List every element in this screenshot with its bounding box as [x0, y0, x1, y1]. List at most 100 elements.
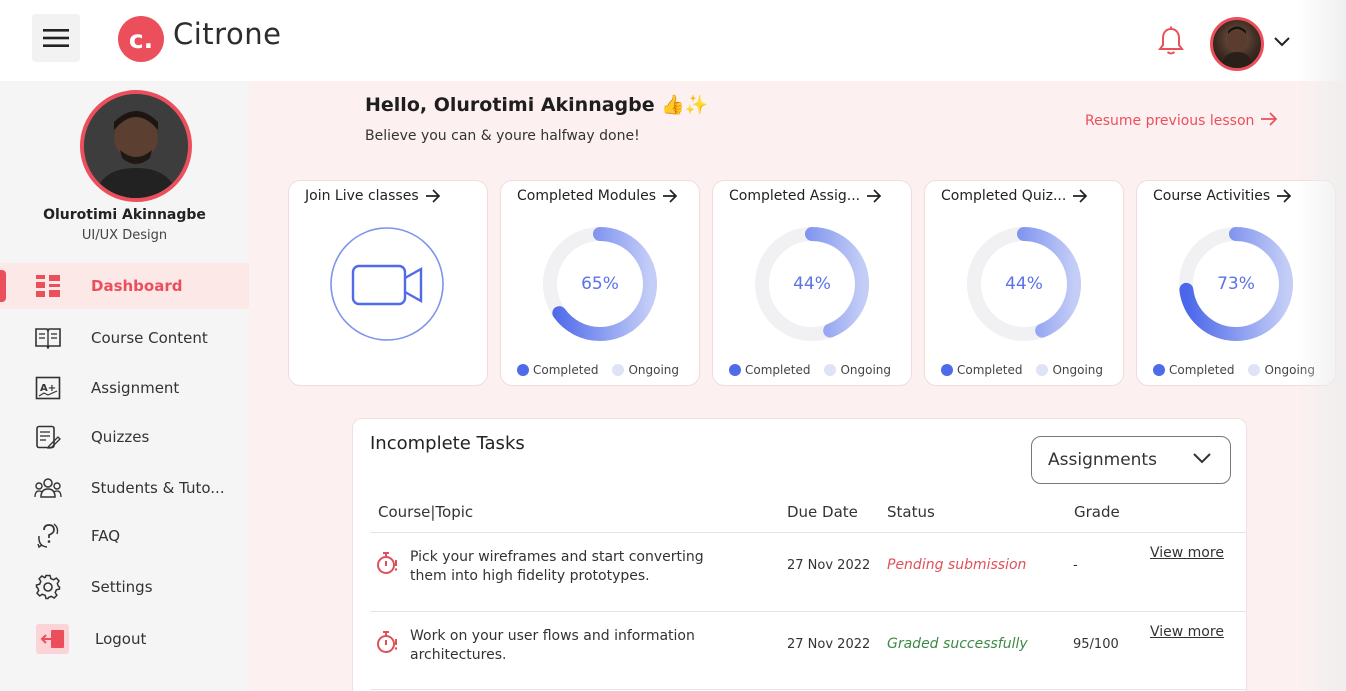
column-header-due-date[interactable]: Due Date: [787, 503, 858, 521]
card-title-text: Completed Assig...: [729, 188, 861, 204]
card-live-classes[interactable]: Join Live classes: [288, 180, 488, 386]
sidebar-item-label: Course Content: [91, 329, 208, 347]
sidebar-item-course-content[interactable]: Course Content: [0, 315, 249, 361]
task-topic: Work on your user flows and information …: [410, 628, 695, 663]
chevron-down-icon[interactable]: [1273, 33, 1291, 52]
completed-dot: [1153, 364, 1165, 376]
sidebar-item-logout[interactable]: Logout: [0, 616, 249, 662]
task-filter-value: Assignments: [1048, 450, 1157, 470]
column-header-status[interactable]: Status: [887, 503, 935, 521]
arrow-right-icon: [425, 189, 440, 203]
sidebar-item-dashboard[interactable]: Dashboard: [0, 263, 249, 309]
legend-completed: Completed: [745, 363, 811, 377]
legend-ongoing: Ongoing: [628, 363, 680, 377]
card-title: Join Live classes: [305, 188, 441, 204]
dashboard-icon: [34, 272, 62, 300]
status-badge: Graded successfully: [887, 636, 1028, 652]
sidebar-item-quizzes[interactable]: Quizzes: [0, 414, 249, 460]
card-title: Completed Quiz...: [941, 188, 1088, 204]
progress-percent: 44%: [793, 274, 831, 294]
avatar[interactable]: [1210, 17, 1264, 71]
task-grade: 95/100: [1073, 637, 1119, 652]
legend-completed: Completed: [1169, 363, 1235, 377]
assignment-icon: A+: [34, 374, 62, 402]
table-row: Work on your user flows and information …: [370, 612, 1247, 690]
card-title: Course Activities: [1153, 188, 1292, 204]
card-title-text: Completed Quiz...: [941, 188, 1067, 204]
sidebar-item-students-tutors[interactable]: Students & Tuto...: [0, 465, 249, 511]
arrow-right-icon: [663, 189, 678, 203]
ongoing-dot: [612, 364, 625, 376]
chart-legend: Completed Ongoing: [1153, 363, 1315, 377]
legend-ongoing: Ongoing: [1052, 363, 1104, 377]
progress-percent: 44%: [1005, 274, 1043, 294]
legend-completed: Completed: [957, 363, 1023, 377]
arrow-right-icon: [1073, 189, 1088, 203]
table-row: Pick your wireframes and start convertin…: [370, 533, 1247, 611]
status-badge: Pending submission: [887, 557, 1027, 573]
task-due-date: 27 Nov 2022: [787, 558, 871, 573]
task-due-date: 27 Nov 2022: [787, 637, 871, 652]
ongoing-dot: [1248, 364, 1261, 376]
people-icon: [34, 474, 62, 502]
sidebar-item-label: Quizzes: [91, 428, 150, 446]
sidebar-item-faq[interactable]: FAQ: [0, 513, 249, 559]
legend-completed: Completed: [533, 363, 599, 377]
logo-mark: c.: [118, 16, 164, 62]
sidebar-item-label: Logout: [95, 630, 147, 648]
greeting-title: Hello, Olurotimi Akinnagbe 👍✨: [365, 94, 709, 116]
arrow-right-icon: [1260, 112, 1278, 130]
section-title: Incomplete Tasks: [370, 433, 525, 454]
column-header-topic[interactable]: Course|Topic: [378, 503, 473, 521]
sidebar-item-assignment[interactable]: A+ Assignment: [0, 365, 249, 411]
profile-role: UI/UX Design: [81, 228, 168, 243]
completed-dot: [941, 364, 953, 376]
sidebar-item-label: Assignment: [91, 379, 180, 397]
card-completed-assignments[interactable]: Completed Assig... 44% Completed Ongoing: [712, 180, 912, 386]
task-topic: Pick your wireframes and start convertin…: [410, 549, 704, 584]
chart-legend: Completed Ongoing: [729, 363, 891, 377]
profile-name: Olurotimi Akinnagbe: [43, 207, 206, 223]
incomplete-tasks-panel: Incomplete Tasks Assignments Course|Topi…: [352, 418, 1247, 691]
legend-ongoing: Ongoing: [840, 363, 892, 377]
completed-dot: [517, 364, 529, 376]
divider: [370, 689, 1247, 690]
faq-icon: [34, 522, 62, 550]
sidebar-item-label: Students & Tuto...: [91, 479, 225, 497]
hamburger-icon[interactable]: [32, 14, 80, 62]
card-title-text: Join Live classes: [305, 188, 419, 204]
resume-lesson-link[interactable]: Resume previous lesson: [1085, 112, 1278, 130]
task-filter-select[interactable]: Assignments: [1031, 436, 1231, 484]
greeting-subtitle: Believe you can & youre halfway done!: [365, 128, 640, 144]
sidebar-item-settings[interactable]: Settings: [0, 564, 249, 610]
column-header-grade[interactable]: Grade: [1074, 503, 1120, 521]
card-title-text: Course Activities: [1153, 188, 1271, 204]
progress-percent: 73%: [1217, 274, 1255, 294]
sidebar-item-label: FAQ: [91, 527, 121, 545]
sidebar-item-label: Dashboard: [91, 277, 183, 295]
bell-icon[interactable]: [1157, 26, 1185, 60]
logout-icon: [36, 624, 69, 654]
chevron-down-icon: [1193, 453, 1211, 464]
card-course-activities[interactable]: Course Activities 73% Completed Ongoing: [1136, 180, 1336, 386]
card-title-text: Completed Modules: [517, 188, 657, 204]
progress-percent: 65%: [581, 274, 619, 294]
task-grade: -: [1073, 558, 1078, 573]
video-camera-icon[interactable]: [329, 225, 445, 347]
view-more-link[interactable]: View more: [1150, 624, 1224, 640]
legend-ongoing: Ongoing: [1264, 363, 1316, 377]
brand-name: Citrone: [173, 17, 282, 51]
sidebar: Olurotimi Akinnagbe UI/UX Design Dashboa…: [0, 81, 249, 691]
chart-legend: Completed Ongoing: [517, 363, 679, 377]
top-bar: c. Citrone: [0, 0, 1346, 81]
card-completed-quizzes[interactable]: Completed Quiz... 44% Completed Ongoing: [924, 180, 1124, 386]
stopwatch-icon: [376, 630, 398, 658]
view-more-link[interactable]: View more: [1150, 545, 1224, 561]
card-completed-modules[interactable]: Completed Modules 65% Completed Ongoing: [500, 180, 700, 386]
resume-lesson-label: Resume previous lesson: [1085, 113, 1255, 129]
book-icon: [34, 324, 62, 352]
stopwatch-icon: [376, 551, 398, 579]
chart-legend: Completed Ongoing: [941, 363, 1103, 377]
ongoing-dot: [824, 364, 837, 376]
active-indicator: [0, 270, 6, 302]
